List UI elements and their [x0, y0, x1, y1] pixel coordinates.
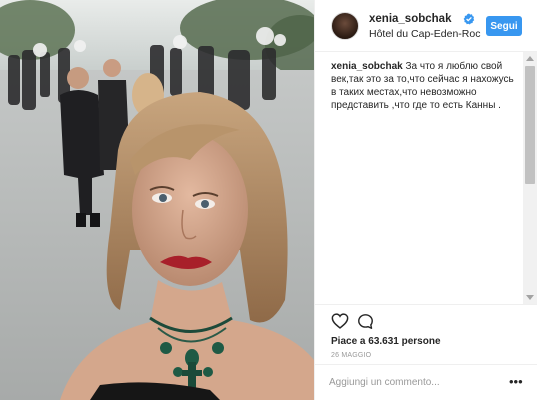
post-photo[interactable]	[0, 0, 314, 400]
post-side-panel: xenia_sobchak Hôtel du Cap-Eden-Roc Segu…	[314, 0, 537, 400]
follow-button[interactable]: Segui	[486, 16, 522, 36]
post-header: xenia_sobchak Hôtel du Cap-Eden-Roc Segu…	[315, 0, 537, 52]
post-photo-illustration	[0, 0, 314, 400]
comment-input[interactable]	[329, 374, 499, 390]
heart-icon[interactable]	[331, 313, 349, 329]
scroll-up-arrow-icon[interactable]	[526, 56, 534, 61]
likes-count[interactable]: Piace a 63.631 persone	[331, 336, 441, 347]
post-date[interactable]: 26 MAGGIO	[331, 352, 371, 359]
verified-badge-icon	[463, 13, 475, 25]
add-comment-bar: •••	[315, 364, 537, 400]
avatar[interactable]	[331, 12, 359, 40]
scrollbar-thumb[interactable]	[525, 66, 535, 184]
instagram-post-modal: xenia_sobchak Hôtel du Cap-Eden-Roc Segu…	[0, 0, 537, 400]
username-link[interactable]: xenia_sobchak	[369, 13, 451, 25]
caption-username[interactable]: xenia_sobchak	[331, 61, 403, 72]
comments-scrollbar[interactable]	[523, 52, 537, 304]
location-link[interactable]: Hôtel du Cap-Eden-Roc	[369, 28, 480, 40]
comment-bubble-icon[interactable]	[357, 313, 374, 330]
post-caption: xenia_sobchak За что я люблю свой век,та…	[331, 60, 519, 112]
more-options-icon[interactable]: •••	[509, 375, 523, 389]
scroll-down-arrow-icon[interactable]	[526, 295, 534, 300]
comments-list[interactable]: xenia_sobchak За что я люблю свой век,та…	[315, 52, 523, 300]
post-actions: Piace a 63.631 persone 26 MAGGIO	[315, 304, 537, 364]
